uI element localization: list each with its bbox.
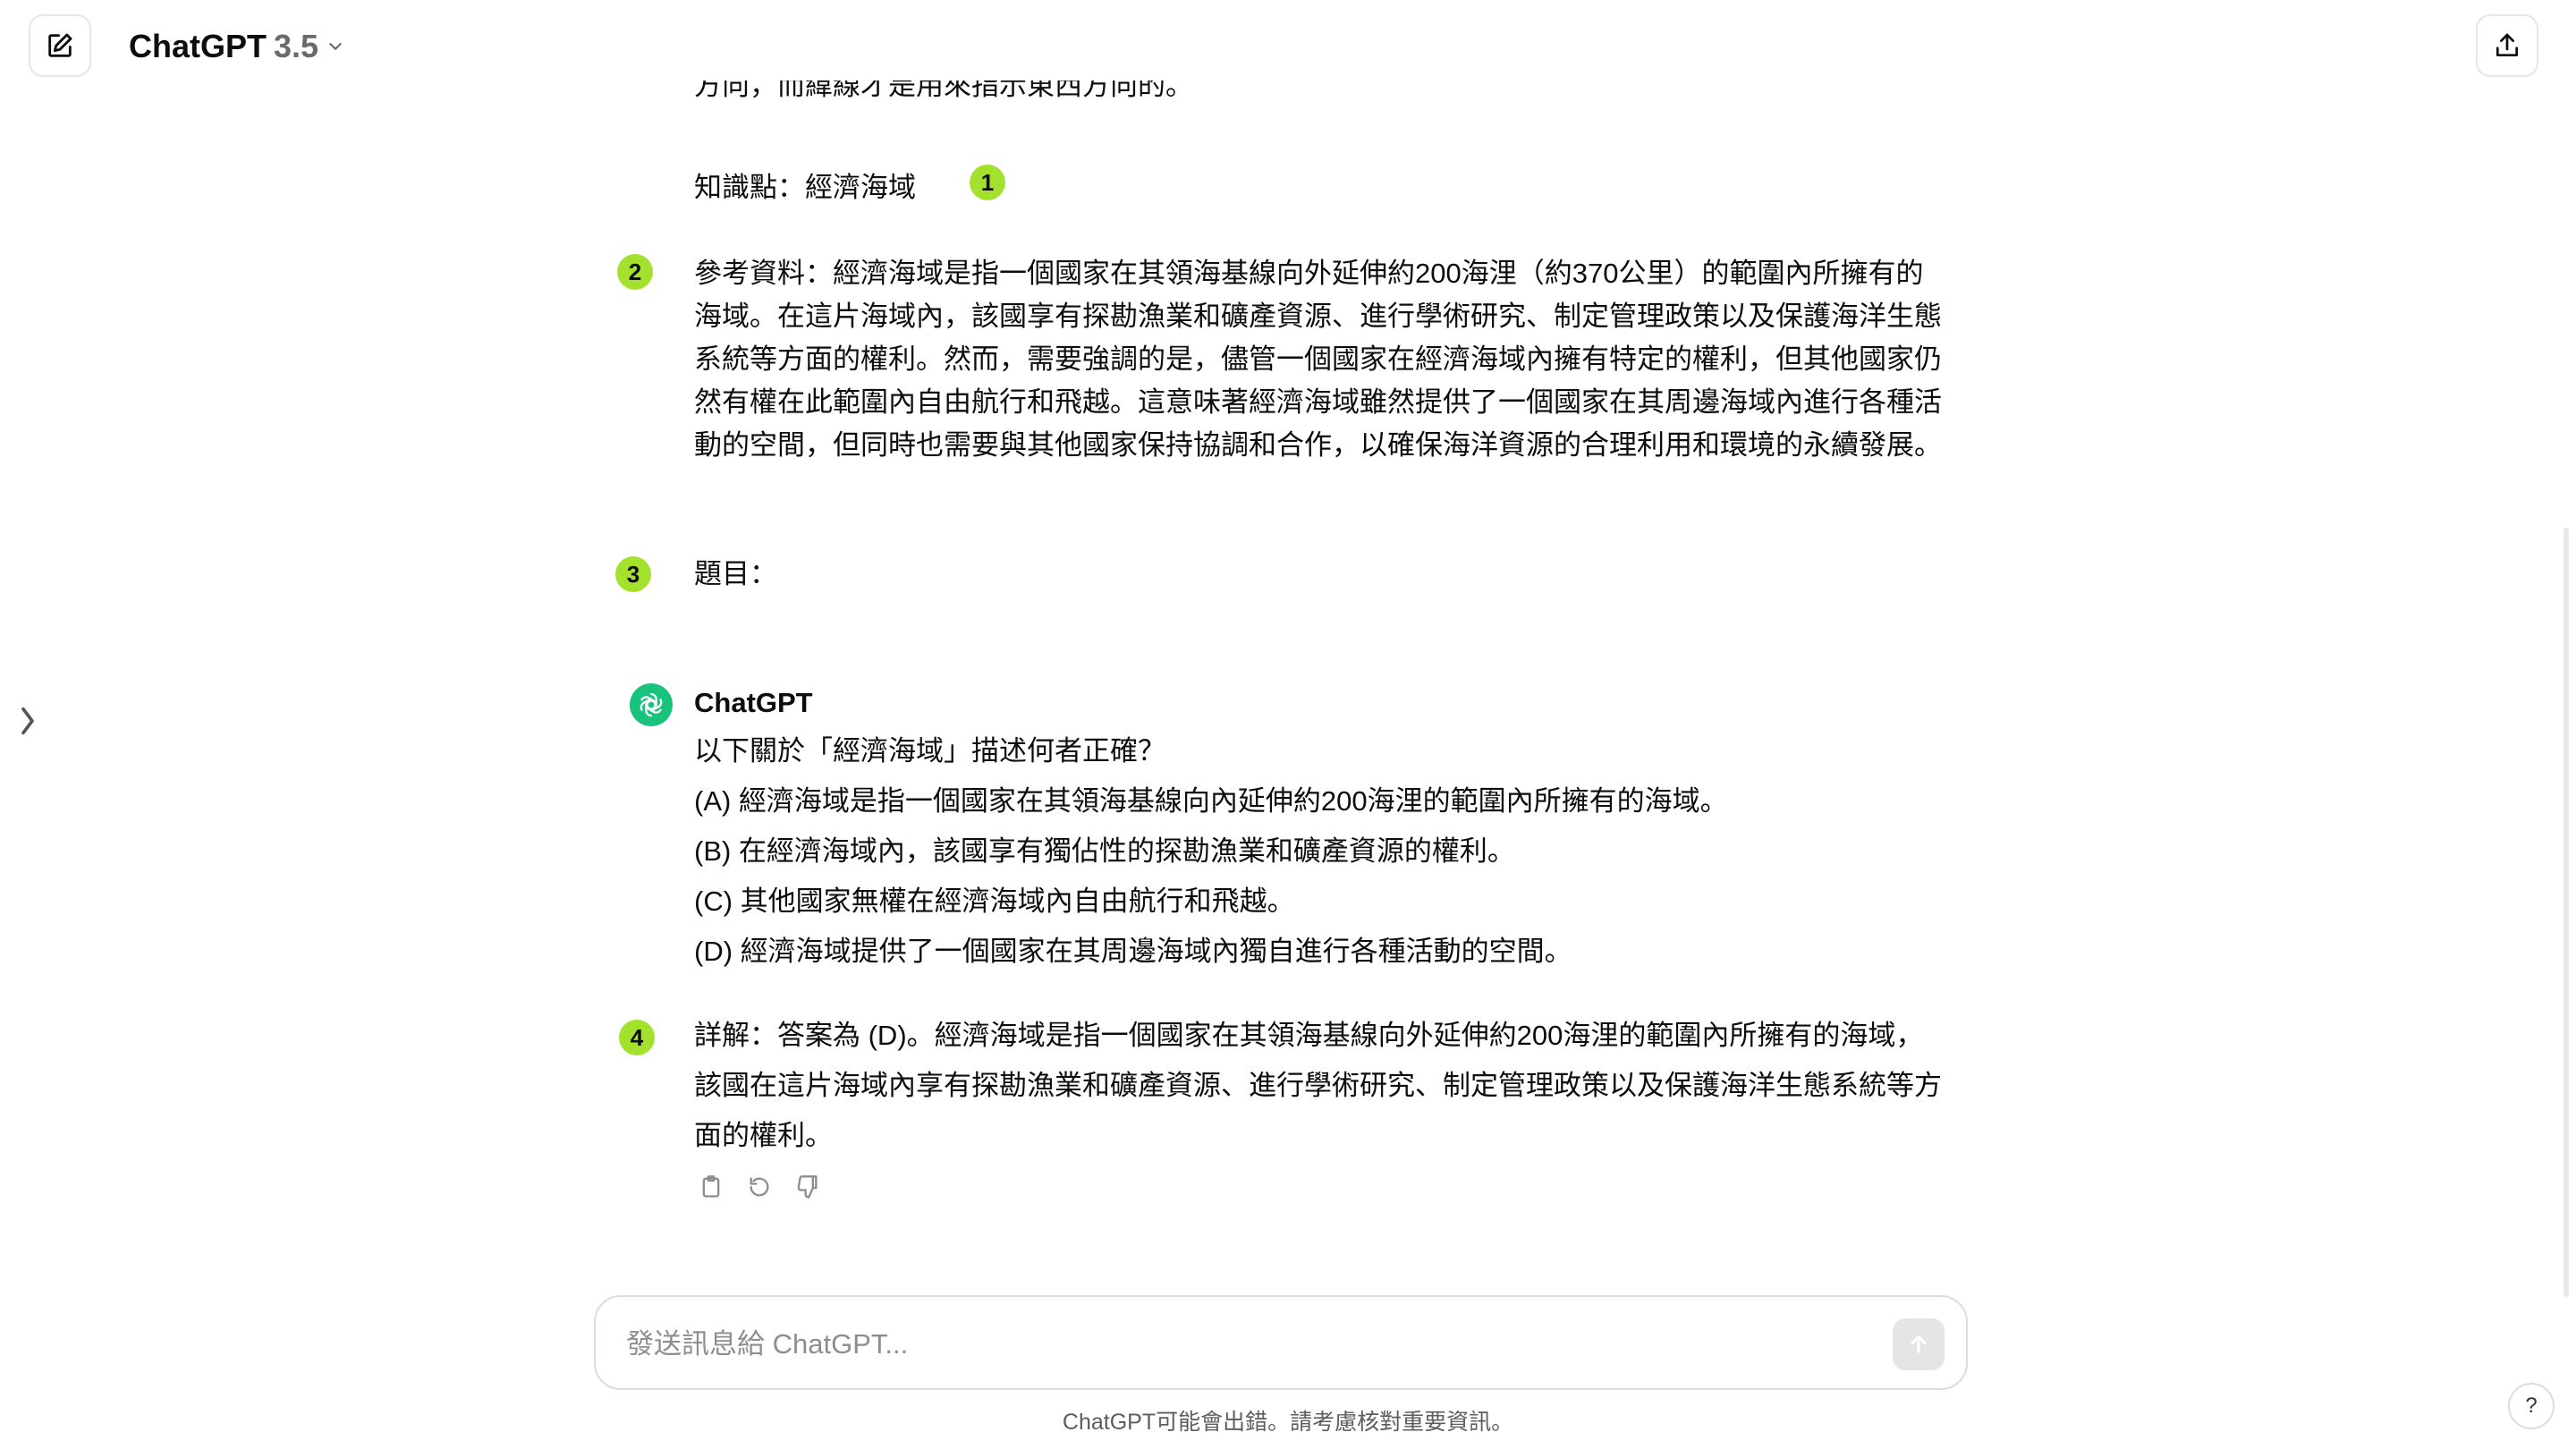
message-actions <box>696 1172 823 1202</box>
question-label: 題目： <box>694 558 777 589</box>
option-d: (D) 經濟海域提供了一個國家在其周邊海域內獨自進行各種活動的空間。 <box>694 936 1572 967</box>
share-button[interactable] <box>2476 14 2538 77</box>
annotation-badge-1: 1 <box>970 165 1005 200</box>
refresh-icon <box>750 1177 769 1197</box>
annotation-badge-2: 2 <box>617 254 653 290</box>
explanation-text: 詳解：答案為 (D)。經濟海域是指一個國家在其領海基線向外延伸約200海浬的範圍… <box>694 1020 1942 1151</box>
option-b: (B) 在經濟海域內，該國享有獨佔性的探勘漁業和礦產資源的權利。 <box>694 835 1515 867</box>
help-button[interactable]: ? <box>2508 1383 2555 1429</box>
openai-logo-icon <box>640 692 663 717</box>
message-composer <box>594 1295 1968 1390</box>
reference-text: 參考資料：經濟海域是指一個國家在其領海基線向外延伸約200海浬（約370公里）的… <box>694 258 1942 461</box>
arrow-up-icon <box>1911 1335 1927 1353</box>
chevron-down-icon <box>329 43 342 50</box>
scrollbar[interactable] <box>2563 528 2569 1297</box>
knowledge-point: 知識點：經濟海域 <box>694 172 916 203</box>
option-c: (C) 其他國家無權在經濟海域內自由航行和飛越。 <box>694 886 1295 917</box>
option-a: (A) 經濟海域是指一個國家在其領海基線向內延伸約200海浬的範圍內所擁有的海域… <box>694 785 1728 817</box>
model-name: ChatGPT <box>129 28 267 64</box>
send-button[interactable] <box>1893 1318 1945 1370</box>
chatgpt-avatar <box>630 683 673 726</box>
assistant-question-block: 以下關於「經濟海域」描述何者正確？ (A) 經濟海域是指一個國家在其領海基線向內… <box>694 726 1728 977</box>
chevron-right-icon <box>21 707 34 735</box>
sidebar-toggle-button[interactable] <box>18 703 38 748</box>
assistant-name: ChatGPT <box>694 687 813 718</box>
annotation-badge-3: 3 <box>615 556 651 592</box>
model-version: 3.5 <box>274 28 319 64</box>
clipboard-icon <box>702 1175 720 1198</box>
thumbs-down-icon <box>797 1175 818 1199</box>
regenerate-button[interactable] <box>744 1172 775 1202</box>
message-input[interactable] <box>624 1318 1844 1370</box>
annotation-badge-4: 4 <box>619 1020 655 1055</box>
edit-icon <box>48 33 72 57</box>
new-chat-button[interactable] <box>29 14 91 77</box>
thumbs-down-button[interactable] <box>792 1172 823 1202</box>
copy-button[interactable] <box>696 1172 726 1202</box>
disclaimer-text: ChatGPT可能會出錯。請考慮核對重要資訊。 <box>1062 1410 1514 1435</box>
assistant-question: 以下關於「經濟海域」描述何者正確？ <box>694 735 1165 767</box>
partial-text-line: 方向，而緯線才是用來指示東西方向的。 <box>694 80 1193 101</box>
share-icon <box>2496 33 2518 56</box>
model-selector[interactable]: ChatGPT 3.5 <box>129 25 345 68</box>
